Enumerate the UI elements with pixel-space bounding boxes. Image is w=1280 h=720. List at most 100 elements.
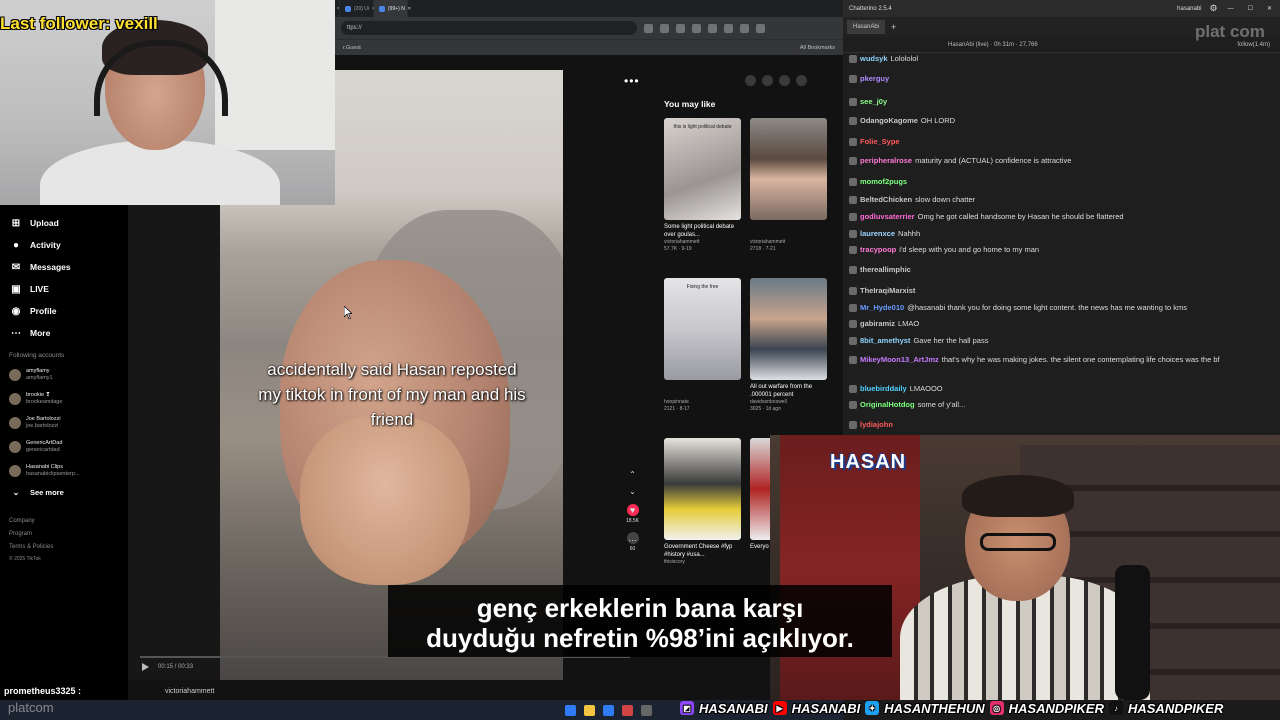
more-options-icon[interactable]: ••• [624,74,640,88]
following-account[interactable]: amyflamy amyflamy1 [0,363,128,387]
close-icon[interactable]: ✕ [1267,5,1272,12]
video-author[interactable]: victoriahammett [165,688,214,695]
following-account[interactable]: GenericArtDad genericartdad [0,435,128,459]
add-tab-icon[interactable]: + [891,22,896,32]
badge-icon [849,303,857,312]
chat-text: Lolololol [890,54,919,63]
chrome-icon[interactable] [622,704,633,716]
bookmark-guest[interactable]: r.Guest [343,45,361,51]
sidebar-item-messages[interactable]: ✉ Messages [0,256,128,278]
chat-text: maturity and (ACTUAL) confidence is attr… [915,156,1072,165]
badge-icon [849,97,857,106]
badge-icon [849,400,857,409]
chat-username[interactable]: bluebirddaily [860,384,907,393]
badge-icon [849,177,857,186]
chat-username[interactable]: wudsyk [860,54,888,63]
taskbar-icons [565,704,652,716]
see-more-button[interactable]: ⌄ See more [0,483,128,501]
chat-username[interactable]: pkerguy [860,74,889,83]
download-icon[interactable] [724,23,733,33]
chat-username[interactable]: thereallimphic [860,265,911,274]
following-account[interactable]: brookie ❣ brookeamitage [0,387,128,411]
account-handle: amyflamy1 [26,375,53,381]
scroll-up-icon[interactable]: ⌃ [620,470,645,479]
tab-favicon-icon [345,5,351,12]
chat-username[interactable]: 8bit_amethyst [860,336,910,345]
footer-company[interactable]: Company [0,515,128,528]
extension-icon[interactable] [708,23,717,33]
maximize-icon[interactable]: ☐ [1248,5,1253,12]
scroll-down-icon[interactable]: ⌄ [620,487,645,496]
recommended-card[interactable]: Government Cheese #fyp #history #usa... t… [664,438,741,566]
thumbnail-text: Fixing the free [686,284,719,290]
following-account[interactable]: Joe Bartolozzi joe.bartolozzi [0,411,128,435]
tab-close-icon[interactable]: × [336,6,339,12]
extension-icon[interactable] [692,23,701,33]
tab-close-icon[interactable]: × [408,6,411,12]
block-icon[interactable] [745,75,756,86]
recommended-card[interactable]: victoriahammett 2718 · 7-21 [750,118,827,253]
chat-username[interactable]: momof2pugs [860,177,907,186]
chat-username[interactable]: BeltedChicken [860,195,912,204]
phone-icon[interactable] [762,75,773,86]
recommended-card[interactable]: Fixing the free hoopinnate 2121 · 8-17 [664,278,741,413]
chat-username[interactable]: tracypoop [860,245,896,254]
browser-tab[interactable]: (99+) N × [374,0,411,17]
play-icon[interactable] [142,663,149,671]
profile-icon[interactable] [740,23,749,33]
chat-message: bluebirddaily LMAOOO [849,384,943,393]
footer-terms[interactable]: Terms & Policies [0,541,128,554]
chat-username[interactable]: TheIraqiMarxist [860,286,915,295]
action-item[interactable]: ♥ 18.5K [620,504,645,524]
social-handle: HASANABI [791,700,861,716]
download-icon[interactable] [779,75,790,86]
folder-icon[interactable] [584,704,595,716]
gear-icon[interactable]: ⚙ [1210,3,1218,14]
chat-username[interactable]: Mr_Hyde010 [860,303,904,312]
chat-username[interactable]: laurenxce [860,229,895,238]
all-bookmarks[interactable]: All Bookmarks [800,45,835,51]
chat-username[interactable]: gabiramiz [860,319,895,328]
sidebar-item-upload[interactable]: ⊞ Upload [0,212,128,234]
chat-message: laurenxce Nahhh [849,229,920,238]
action-item[interactable]: … 60 [620,532,645,552]
footer-program[interactable]: Program [0,528,128,541]
sidebar-item-more[interactable]: ⋯ More [0,322,128,344]
chat-message: BeltedChicken slow down chatter [849,195,975,204]
chat-username[interactable]: lydiajohn [860,420,893,429]
chat-message: OdangoKagome OH LORD [849,116,955,125]
chat-username[interactable]: MikeyMoon13_ArtJmz [860,355,939,364]
menu-icon[interactable] [756,23,765,33]
chat-username[interactable]: see_j0y [860,97,887,106]
minimize-icon[interactable]: — [1228,6,1234,12]
share-icon[interactable] [644,23,653,33]
footer-copyright: © 2025 TikTok [9,556,41,562]
sidebar-item-live[interactable]: ▣ LIVE [0,278,128,300]
chatterino-user[interactable]: hasanabi [1177,6,1201,12]
settings-icon[interactable] [796,75,807,86]
url-input[interactable]: ttps:// [341,21,637,35]
sidebar-item-profile[interactable]: ◉ Profile [0,300,128,322]
chat-username[interactable]: godluvsaterrier [860,212,915,221]
recommended-card[interactable]: this is light political debate Some light… [664,118,741,253]
start-icon[interactable] [565,704,576,716]
chat-username[interactable]: OdangoKagome [860,116,918,125]
chat-message: godluvsaterrier Omg he got called handsom… [849,212,1124,221]
follow-button[interactable]: follow(1.4m) [1237,42,1270,48]
edge-icon[interactable] [603,704,614,716]
sidebar-item-activity[interactable]: ● Activity [0,234,128,256]
browser-tab[interactable]: (20) Ui× [340,0,375,17]
extension-icon[interactable] [676,23,685,33]
recommended-card[interactable]: All out warfare from the .000001 percent… [750,278,827,413]
chat-username[interactable]: Folie_Sype [860,137,900,146]
bookmark-star-icon[interactable] [660,23,669,33]
app-icon[interactable] [641,704,652,716]
avatar [9,465,21,477]
tab-favicon-icon [379,5,385,12]
following-account[interactable]: Hasanabi Clips hasanabiclipsenterp... [0,459,128,483]
card-user: victoriahammett [664,239,700,245]
tab-hasanabi[interactable]: HasanAbi [847,20,886,34]
chat-username[interactable]: peripheralrose [860,156,912,165]
chat-username[interactable]: OriginalHotdog [860,400,915,409]
tab-label: (20) Ui [354,5,370,12]
